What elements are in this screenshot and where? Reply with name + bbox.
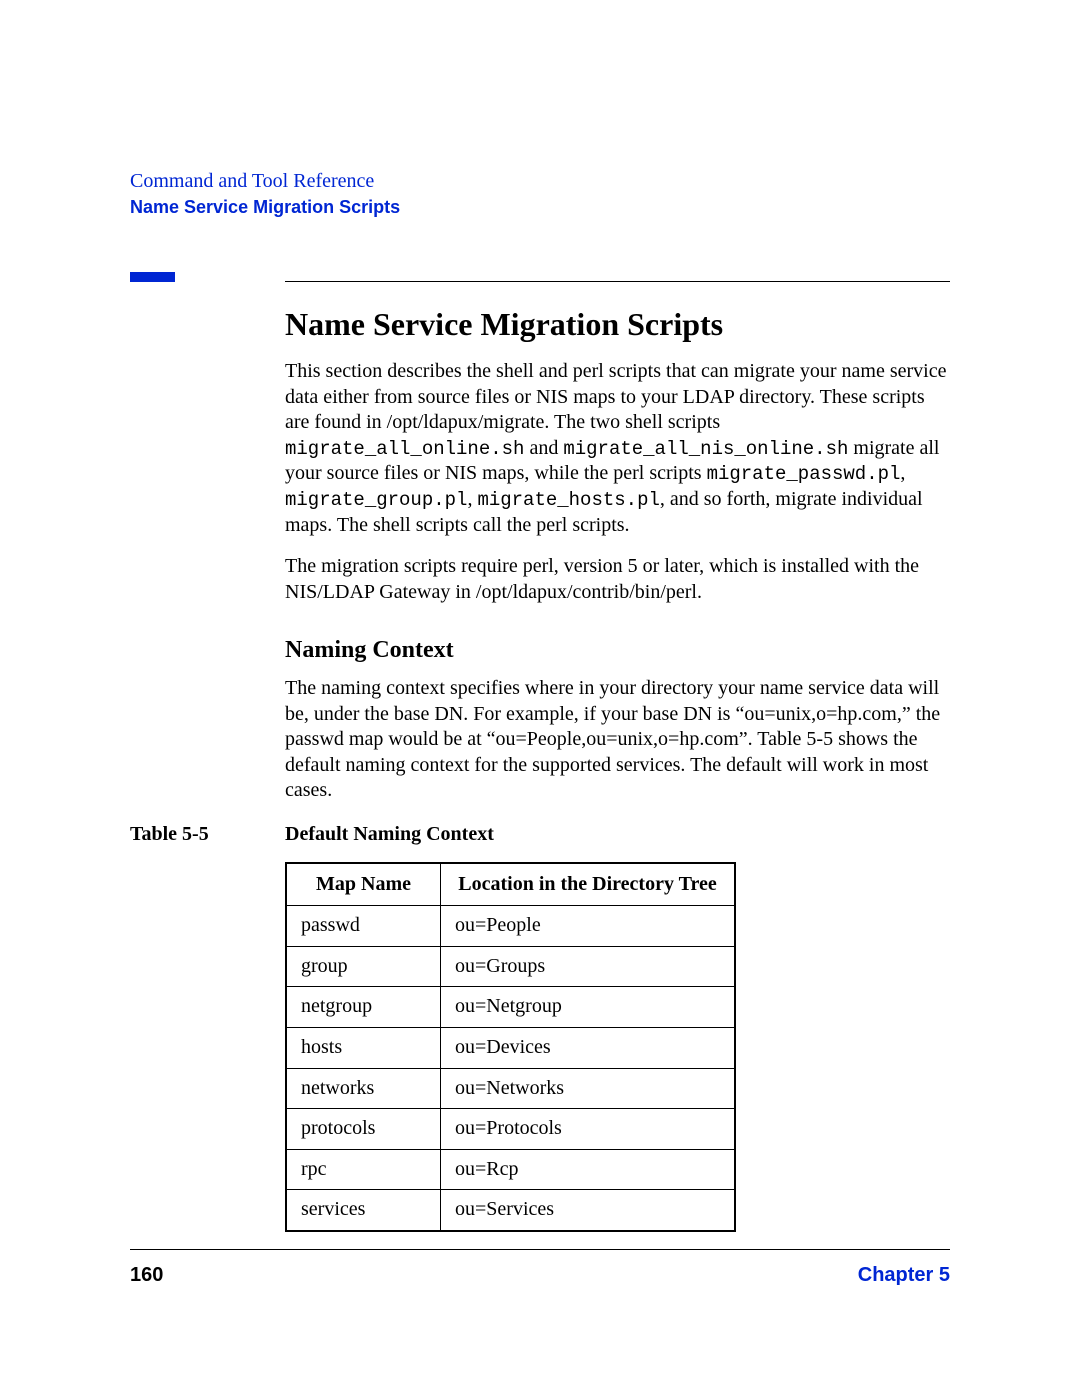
text: , — [467, 488, 477, 510]
footer-rule — [130, 1249, 950, 1250]
col-map-name: Map Name — [286, 863, 441, 906]
page-number: 160 — [130, 1264, 163, 1287]
table-row: groupou=Groups — [286, 946, 735, 987]
code-script4: migrate_group.pl — [285, 489, 467, 511]
footer-row: 160 Chapter 5 — [130, 1264, 950, 1287]
code-script1: migrate_all_online.sh — [285, 438, 524, 460]
chapter-label: Chapter 5 — [858, 1264, 950, 1287]
content-area: Name Service Migration Scripts This sect… — [285, 304, 950, 1232]
code-script3: migrate_passwd.pl — [707, 463, 901, 485]
paragraph-intro: This section describes the shell and per… — [285, 359, 950, 538]
breadcrumb: Command and Tool Reference — [130, 170, 950, 193]
cell-map-name: hosts — [286, 1027, 441, 1068]
naming-context-table: Map Name Location in the Directory Tree … — [285, 862, 736, 1232]
cell-location: ou=Devices — [441, 1027, 736, 1068]
code-script2: migrate_all_nis_online.sh — [563, 438, 848, 460]
table-title: Default Naming Context — [285, 822, 494, 848]
table-label: Table 5-5 — [130, 822, 285, 848]
table-caption: Table 5-5 Default Naming Context — [130, 822, 950, 848]
table-header-row: Map Name Location in the Directory Tree — [286, 863, 735, 906]
cell-map-name: rpc — [286, 1149, 441, 1190]
table-row: passwdou=People — [286, 906, 735, 947]
table-row: networksou=Networks — [286, 1068, 735, 1109]
accent-block — [130, 272, 175, 282]
cell-location: ou=Services — [441, 1190, 736, 1231]
text: and — [524, 437, 563, 459]
page: Command and Tool Reference Name Service … — [0, 0, 1080, 1397]
cell-location: ou=Netgroup — [441, 987, 736, 1028]
table-row: servicesou=Services — [286, 1190, 735, 1231]
cell-map-name: networks — [286, 1068, 441, 1109]
table-row: netgroupou=Netgroup — [286, 987, 735, 1028]
cell-location: ou=Groups — [441, 946, 736, 987]
text: This section describes the shell and per… — [285, 360, 946, 433]
paragraph-perl-req: The migration scripts require perl, vers… — [285, 554, 950, 605]
section-header: Name Service Migration Scripts — [130, 197, 950, 218]
col-location: Location in the Directory Tree — [441, 863, 736, 906]
cell-map-name: protocols — [286, 1109, 441, 1150]
table-row: protocolsou=Protocols — [286, 1109, 735, 1150]
cell-location: ou=Rcp — [441, 1149, 736, 1190]
cell-location: ou=Protocols — [441, 1109, 736, 1150]
table-row: hostsou=Devices — [286, 1027, 735, 1068]
cell-map-name: passwd — [286, 906, 441, 947]
page-footer: 160 Chapter 5 — [130, 1249, 950, 1287]
subheading-naming-context: Naming Context — [285, 635, 950, 666]
text: , — [900, 462, 905, 484]
divider-row — [130, 272, 950, 282]
code-script5: migrate_hosts.pl — [477, 489, 659, 511]
cell-location: ou=Networks — [441, 1068, 736, 1109]
cell-map-name: services — [286, 1190, 441, 1231]
horizontal-rule — [285, 281, 950, 282]
page-title: Name Service Migration Scripts — [285, 304, 950, 345]
cell-map-name: group — [286, 946, 441, 987]
table-row: rpcou=Rcp — [286, 1149, 735, 1190]
cell-map-name: netgroup — [286, 987, 441, 1028]
paragraph-naming-context: The naming context specifies where in yo… — [285, 676, 950, 804]
cell-location: ou=People — [441, 906, 736, 947]
